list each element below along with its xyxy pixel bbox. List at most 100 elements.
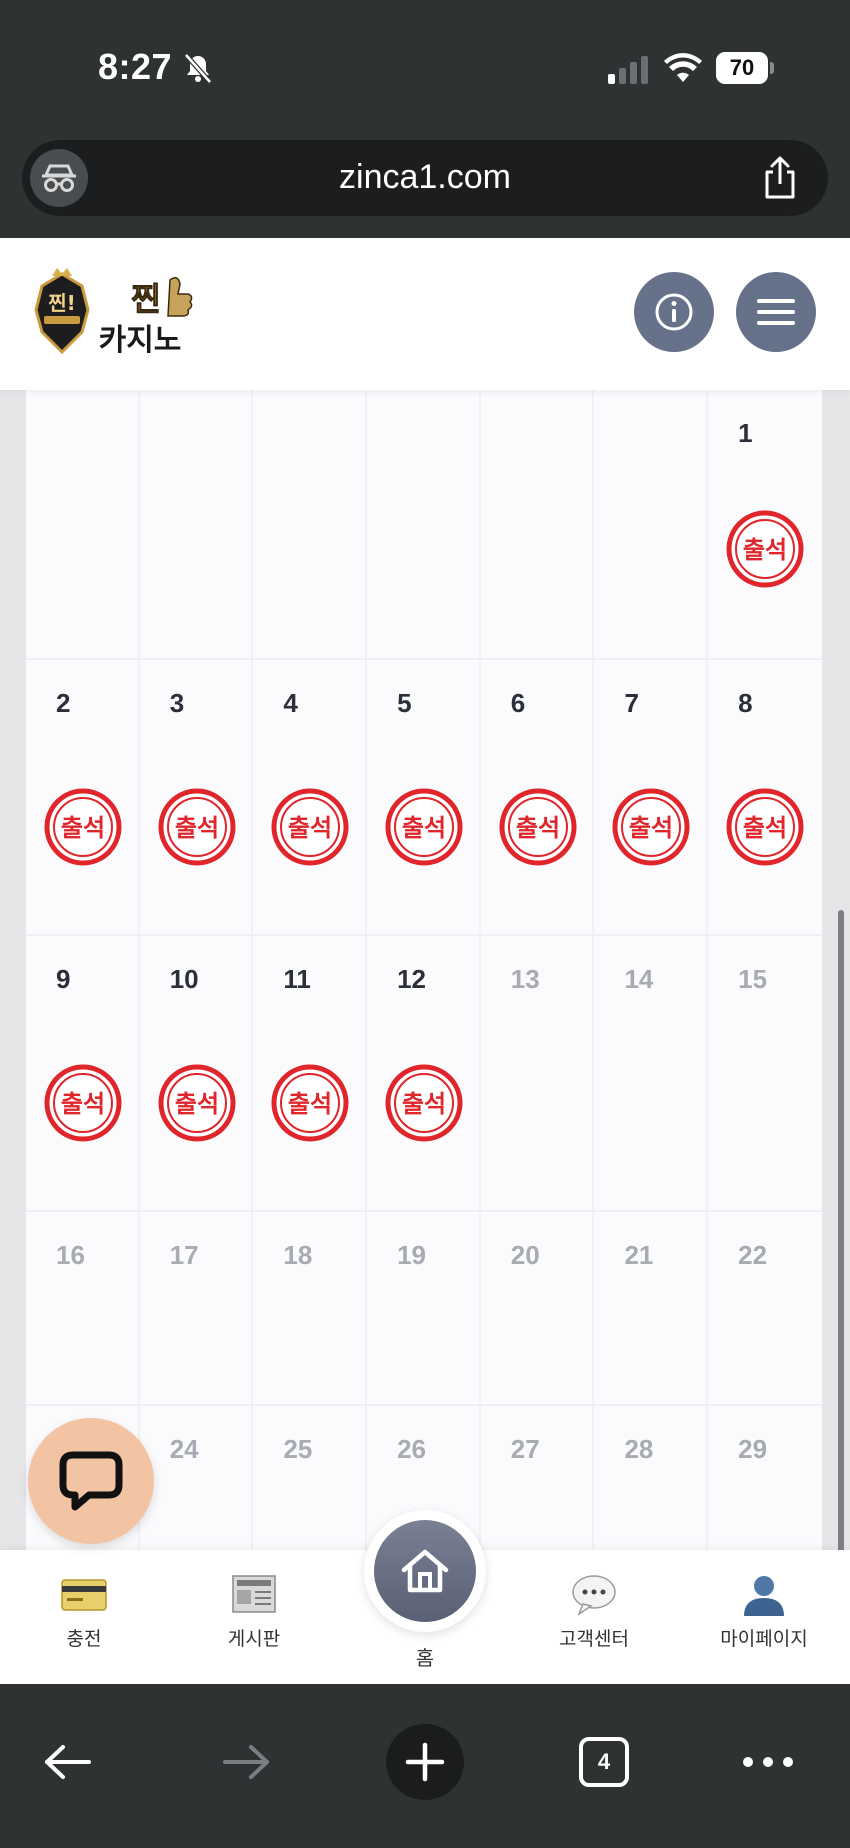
attendance-stamp-label: 출석 <box>629 814 673 842</box>
calendar-day-cell[interactable]: 5 출석 <box>367 660 481 934</box>
calendar-day-cell[interactable]: 17 <box>140 1212 254 1404</box>
calendar-day-number: 15 <box>738 964 768 994</box>
calendar-day-cell[interactable]: 28 <box>594 1406 709 1564</box>
calendar-day-number: 29 <box>738 1434 768 1464</box>
attendance-stamp: 출석 <box>271 788 349 866</box>
calendar-day-number: 24 <box>169 1434 199 1464</box>
browser-toolbar: 4 <box>0 1684 850 1848</box>
calendar-day-number: 7 <box>624 688 639 718</box>
calendar-day-cell[interactable]: 12 출석 <box>367 936 481 1210</box>
attendance-stamp: 출석 <box>44 788 122 866</box>
nav-support-label: 고객센터 <box>559 1629 629 1650</box>
calendar-empty-cell <box>253 390 368 658</box>
forward-button[interactable] <box>218 1724 274 1800</box>
calendar-day-cell[interactable]: 13 <box>481 936 595 1210</box>
calendar-day-number: 5 <box>397 688 412 718</box>
calendar-day-number: 26 <box>397 1434 426 1464</box>
calendar-day-cell[interactable]: 24 <box>140 1406 254 1564</box>
calendar-day-cell[interactable]: 11 출석 <box>253 936 368 1210</box>
calendar-day-cell[interactable]: 18 <box>253 1212 368 1404</box>
menu-button[interactable] <box>736 272 816 352</box>
calendar-day-cell[interactable]: 4 출석 <box>253 660 368 934</box>
wifi-icon <box>664 53 702 82</box>
calendar-day-number: 12 <box>397 964 426 994</box>
calendar-day-cell[interactable]: 21 <box>594 1212 709 1404</box>
new-tab-button[interactable] <box>386 1724 464 1800</box>
calendar-day-number: 3 <box>169 688 185 718</box>
home-icon <box>401 1549 449 1593</box>
calendar-empty-cell <box>481 390 595 658</box>
calendar-day-number: 8 <box>738 688 753 718</box>
status-time: 8:27 <box>98 46 173 87</box>
nav-charge[interactable]: 충전 <box>24 1572 144 1651</box>
calendar-day-cell[interactable]: 27 <box>481 1406 595 1564</box>
more-dots-icon <box>743 1757 793 1767</box>
more-button[interactable] <box>738 1724 798 1800</box>
attendance-stamp: 출석 <box>499 788 577 866</box>
calendar-week-row: 16 17 18 19 20 21 22 <box>26 1212 822 1406</box>
svg-text:찐: 찐 <box>131 280 160 318</box>
calendar-day-number: 27 <box>510 1434 540 1464</box>
nav-board[interactable]: 게시판 <box>194 1572 314 1651</box>
nav-mypage[interactable]: 마이페이지 <box>704 1572 824 1651</box>
attendance-stamp-label: 출석 <box>61 814 105 842</box>
calendar-day-cell[interactable]: 25 <box>253 1406 368 1564</box>
arrow-left-icon <box>45 1745 91 1779</box>
logo-mark-text: 찐! <box>48 291 76 315</box>
calendar-day-cell[interactable]: 10 출석 <box>140 936 254 1210</box>
chat-bubble-icon <box>59 1451 123 1511</box>
attendance-stamp-label: 출석 <box>402 814 446 842</box>
speech-bubble-icon <box>572 1575 616 1616</box>
url-text[interactable]: zinca1.com <box>22 158 828 197</box>
calendar-day-number: 14 <box>624 964 654 994</box>
attendance-stamp: 출석 <box>612 788 690 866</box>
calendar-day-number: 4 <box>283 688 298 718</box>
attendance-stamp: 출석 <box>271 1064 349 1142</box>
calendar-day-number: 6 <box>510 688 526 718</box>
attendance-stamp: 출석 <box>385 1064 463 1142</box>
calendar-day-cell[interactable]: 2 출석 <box>26 660 140 934</box>
home-button-inner <box>374 1520 476 1622</box>
share-icon[interactable] <box>760 156 800 200</box>
attendance-stamp: 출석 <box>726 510 804 588</box>
calendar-day-cell[interactable]: 14 <box>594 936 709 1210</box>
info-button[interactable] <box>634 272 714 352</box>
calendar-day-cell[interactable]: 6 출석 <box>481 660 595 934</box>
calendar-day-cell[interactable]: 1 출석 <box>708 390 822 658</box>
calendar-day-cell[interactable]: 15 <box>708 936 822 1210</box>
calendar-day-number: 22 <box>738 1240 768 1270</box>
site-bottom-nav: 충전 게시판 홈 고객센터 마이페이지 <box>0 1510 850 1684</box>
nav-home-button[interactable] <box>364 1510 486 1632</box>
calendar-day-cell[interactable]: 29 <box>708 1406 822 1564</box>
calendar-day-number: 28 <box>624 1434 654 1464</box>
site-logo[interactable]: 찐! 찐 카지노 <box>34 266 206 362</box>
attendance-stamp-label: 출석 <box>743 814 787 842</box>
site-header: 찐! 찐 카지노 <box>0 238 850 390</box>
address-bar[interactable]: zinca1.com <box>22 140 828 216</box>
calendar-day-number: 17 <box>169 1240 199 1270</box>
tabs-button[interactable]: 4 <box>576 1724 632 1800</box>
attendance-stamp-label: 출석 <box>743 536 787 564</box>
calendar-day-number: 18 <box>283 1240 313 1270</box>
calendar-day-cell[interactable]: 8 출석 <box>708 660 822 934</box>
calendar-day-cell[interactable]: 22 <box>708 1212 822 1404</box>
calendar-day-cell[interactable]: 16 <box>26 1212 140 1404</box>
live-chat-button[interactable] <box>28 1418 154 1544</box>
calendar-empty-cell <box>26 390 140 658</box>
calendar-day-cell[interactable]: 3 출석 <box>140 660 254 934</box>
calendar-week-row: 2 출석 3 출석 4 출석 5 출석 6 출석 7 출석 8 출석 <box>26 660 822 936</box>
battery-nub <box>770 62 774 74</box>
attendance-stamp-label: 출석 <box>175 1090 219 1118</box>
status-bar: 8:27 70 <box>0 0 850 130</box>
calendar-day-cell[interactable]: 20 <box>481 1212 595 1404</box>
calendar-day-cell[interactable]: 19 <box>367 1212 481 1404</box>
calendar-week-row: 1 출석 <box>26 390 822 660</box>
calendar-day-number: 9 <box>56 964 71 994</box>
attendance-stamp: 출석 <box>44 1064 122 1142</box>
calendar-week-row: 9 출석 10 출석 11 출석 12 출석 13 14 15 <box>26 936 822 1212</box>
calendar-day-cell[interactable]: 9 출석 <box>26 936 140 1210</box>
calendar-day-cell[interactable]: 7 출석 <box>594 660 709 934</box>
hamburger-menu-icon <box>757 299 795 325</box>
back-button[interactable] <box>40 1724 96 1800</box>
nav-support[interactable]: 고객센터 <box>534 1572 654 1651</box>
